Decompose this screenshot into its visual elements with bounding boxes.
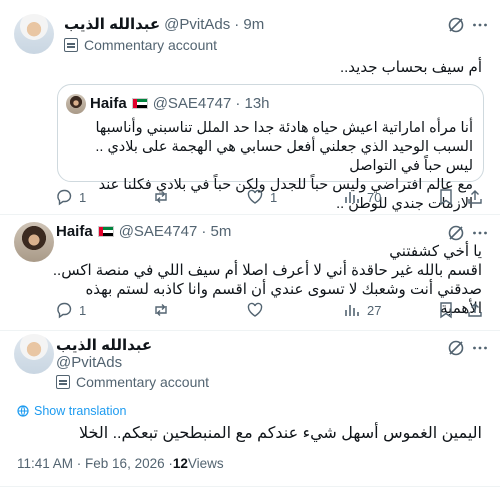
avatar[interactable] [14, 334, 54, 374]
heart-icon [247, 302, 263, 317]
user-handle[interactable]: @PvitAds [56, 354, 122, 371]
repost-icon [155, 191, 167, 203]
views-icon [345, 192, 359, 203]
views-icon [345, 305, 359, 316]
display-name[interactable]: عبدالله الذيب [56, 336, 152, 354]
reply-button[interactable]: 1 [55, 301, 86, 319]
like-button[interactable]: 1 [246, 188, 277, 206]
more-options-icon[interactable] [470, 338, 490, 358]
like-button[interactable] [246, 301, 270, 319]
tweet-header: عبدالله الذيب @PvitAds · 9m [64, 15, 264, 34]
show-translation-link[interactable]: Show translation [17, 404, 126, 418]
views-label: Views [187, 456, 224, 471]
quoted-time: · 13h [235, 95, 270, 112]
commentary-account-icon [64, 38, 78, 52]
timestamp[interactable]: 11:41 AM · Feb 16, 2026 · [17, 456, 173, 471]
quoted-avatar [66, 94, 86, 114]
share-icon[interactable] [465, 300, 485, 320]
more-options-icon[interactable] [470, 223, 490, 243]
divider [0, 486, 500, 487]
views-button[interactable]: 27 [343, 301, 381, 319]
display-name-row: عبدالله الذيب [56, 336, 152, 354]
handle-row: @PvitAds [56, 354, 122, 371]
reply-button[interactable]: 1 [55, 188, 86, 206]
tweet-line: اقسم بالله غير حاقدة أني لا أعرف اصلا أم… [52, 262, 482, 279]
uae-flag-icon [97, 226, 114, 237]
grok-icon[interactable] [446, 223, 466, 243]
grok-icon[interactable] [446, 15, 466, 35]
quoted-line: أنا مرأه اماراتية اعيش حياه هادئة جدا حد… [95, 120, 473, 136]
views-button[interactable]: 70 [343, 188, 381, 206]
bookmark-icon[interactable] [436, 300, 456, 320]
quoted-handle: @SAE4747 [152, 95, 232, 112]
repost-button[interactable] [152, 301, 176, 319]
tweet-header: Haifa @SAE4747 · 5m [56, 223, 231, 240]
quoted-header: Haifa @SAE4747 · 13h [90, 95, 270, 112]
reply-icon [57, 302, 72, 319]
translate-icon [17, 405, 29, 417]
grok-icon[interactable] [446, 338, 466, 358]
repost-icon [155, 304, 167, 316]
heart-icon [247, 189, 263, 204]
reply-icon [57, 189, 72, 206]
tweet-time[interactable]: · 9m [234, 16, 264, 33]
quoted-tweet[interactable]: Haifa @SAE4747 · 13h أنا مرأه اماراتية ا… [57, 84, 484, 212]
repost-button[interactable] [152, 188, 176, 206]
user-handle[interactable]: @SAE4747 [119, 223, 198, 240]
quoted-line: السبب الوحيد الذي جعلني أفعل حسابي هي ال… [95, 139, 473, 174]
user-handle[interactable]: @PvitAds [164, 16, 230, 33]
tweet-time[interactable]: · 5m [201, 223, 231, 240]
more-options-icon[interactable] [470, 15, 490, 35]
display-name[interactable]: عبدالله الذيب [64, 15, 160, 33]
tweet-meta: 11:41 AM · Feb 16, 2026 · 12 Views [17, 456, 224, 471]
tweet-line: يا أخي كشفتني [389, 243, 482, 260]
tweet-text: أم سيف بحساب جديد.. [339, 59, 482, 76]
share-icon[interactable] [465, 187, 485, 207]
commentary-account-icon [56, 375, 70, 389]
uae-flag-icon [131, 98, 148, 109]
account-label: Commentary account [56, 374, 209, 390]
tweet-text: اليمين الغموس أسهل شيء عندكم مع المنبطحي… [78, 425, 482, 442]
views-count: 12 [172, 456, 188, 471]
display-name[interactable]: Haifa [56, 223, 93, 240]
divider [0, 330, 500, 331]
bookmark-icon[interactable] [436, 187, 456, 207]
quoted-display-name: Haifa [90, 95, 127, 112]
avatar[interactable] [14, 14, 54, 54]
account-label: Commentary account [64, 37, 217, 53]
avatar[interactable] [14, 222, 54, 262]
divider [0, 214, 500, 215]
